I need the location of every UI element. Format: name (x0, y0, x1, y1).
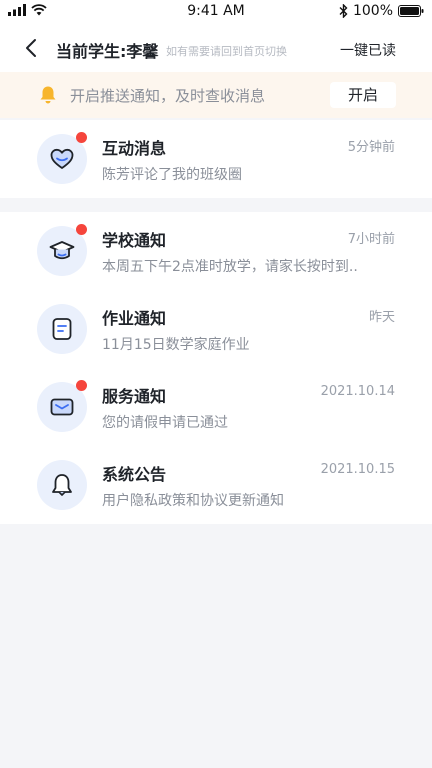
document-icon (52, 318, 72, 340)
message-title: 互动消息 (102, 139, 167, 158)
message-time: 5分钟前 (347, 140, 395, 155)
envelope-icon (50, 398, 74, 416)
message-card-interaction: 互动消息 5分钟前 陈芳评论了我的班级圈 (0, 120, 432, 198)
message-time: 7小时前 (347, 232, 395, 247)
mark-all-read-button[interactable]: 一键已读 (340, 40, 396, 60)
bell-icon (40, 86, 56, 104)
message-title: 系统公告 (102, 465, 167, 484)
battery-percent: 100% (352, 3, 393, 19)
switch-hint: 如有需要请回到首页切换 (166, 45, 287, 58)
message-item-interaction[interactable]: 互动消息 5分钟前 陈芳评论了我的班级圈 (0, 120, 432, 198)
message-preview: 11月15日数学家庭作业 (102, 337, 250, 353)
message-title: 服务通知 (102, 387, 167, 406)
message-avatar (37, 304, 87, 354)
graduation-cap-icon (49, 241, 75, 260)
message-preview: 用户隐私政策和协议更新通知 (102, 493, 284, 509)
message-title: 作业通知 (102, 309, 167, 328)
message-item-school[interactable]: 学校通知 7小时前 本周五下午2点准时放学，请家长按时到.. (0, 212, 432, 290)
push-notification-banner: 开启推送通知，及时查收消息 开启 (0, 72, 432, 118)
heart-icon (50, 148, 74, 169)
banner-text: 开启推送通知，及时查收消息 (70, 87, 266, 105)
message-item-system[interactable]: 系统公告 2021.10.15 用户隐私政策和协议更新通知 (0, 446, 432, 524)
nav-bar: 当前学生:李馨 如有需要请回到首页切换 一键已读 (0, 24, 432, 72)
message-preview: 您的请假申请已通过 (102, 415, 228, 431)
status-bar: 9:41 AM 100% (0, 0, 432, 24)
message-time: 2021.10.15 (320, 462, 395, 477)
message-item-service[interactable]: 服务通知 2021.10.14 您的请假申请已通过 (0, 368, 432, 446)
message-card-notifications: 学校通知 7小时前 本周五下午2点准时放学，请家长按时到.. 作业通知 昨天 1… (0, 212, 432, 524)
top-area: 9:41 AM 100% 当前学生:李馨 如有需要请回到首页切换 一键已读 (0, 0, 432, 72)
message-item-homework[interactable]: 作业通知 昨天 11月15日数学家庭作业 (0, 290, 432, 368)
bluetooth-icon (339, 4, 348, 18)
message-preview: 陈芳评论了我的班级圈 (102, 167, 242, 183)
message-avatar (37, 460, 87, 510)
message-time: 2021.10.14 (320, 384, 395, 399)
unread-dot (76, 380, 87, 391)
enable-push-button[interactable]: 开启 (330, 82, 396, 108)
message-preview: 本周五下午2点准时放学，请家长按时到.. (102, 259, 358, 275)
page-title: 当前学生:李馨 (56, 42, 159, 61)
status-right: 100% (339, 3, 424, 19)
battery-icon (398, 5, 424, 17)
unread-dot (76, 224, 87, 235)
message-time: 昨天 (368, 310, 395, 325)
message-title: 学校通知 (102, 231, 167, 250)
bell-icon (52, 474, 72, 496)
back-arrow-icon[interactable] (20, 36, 44, 60)
unread-dot (76, 132, 87, 143)
